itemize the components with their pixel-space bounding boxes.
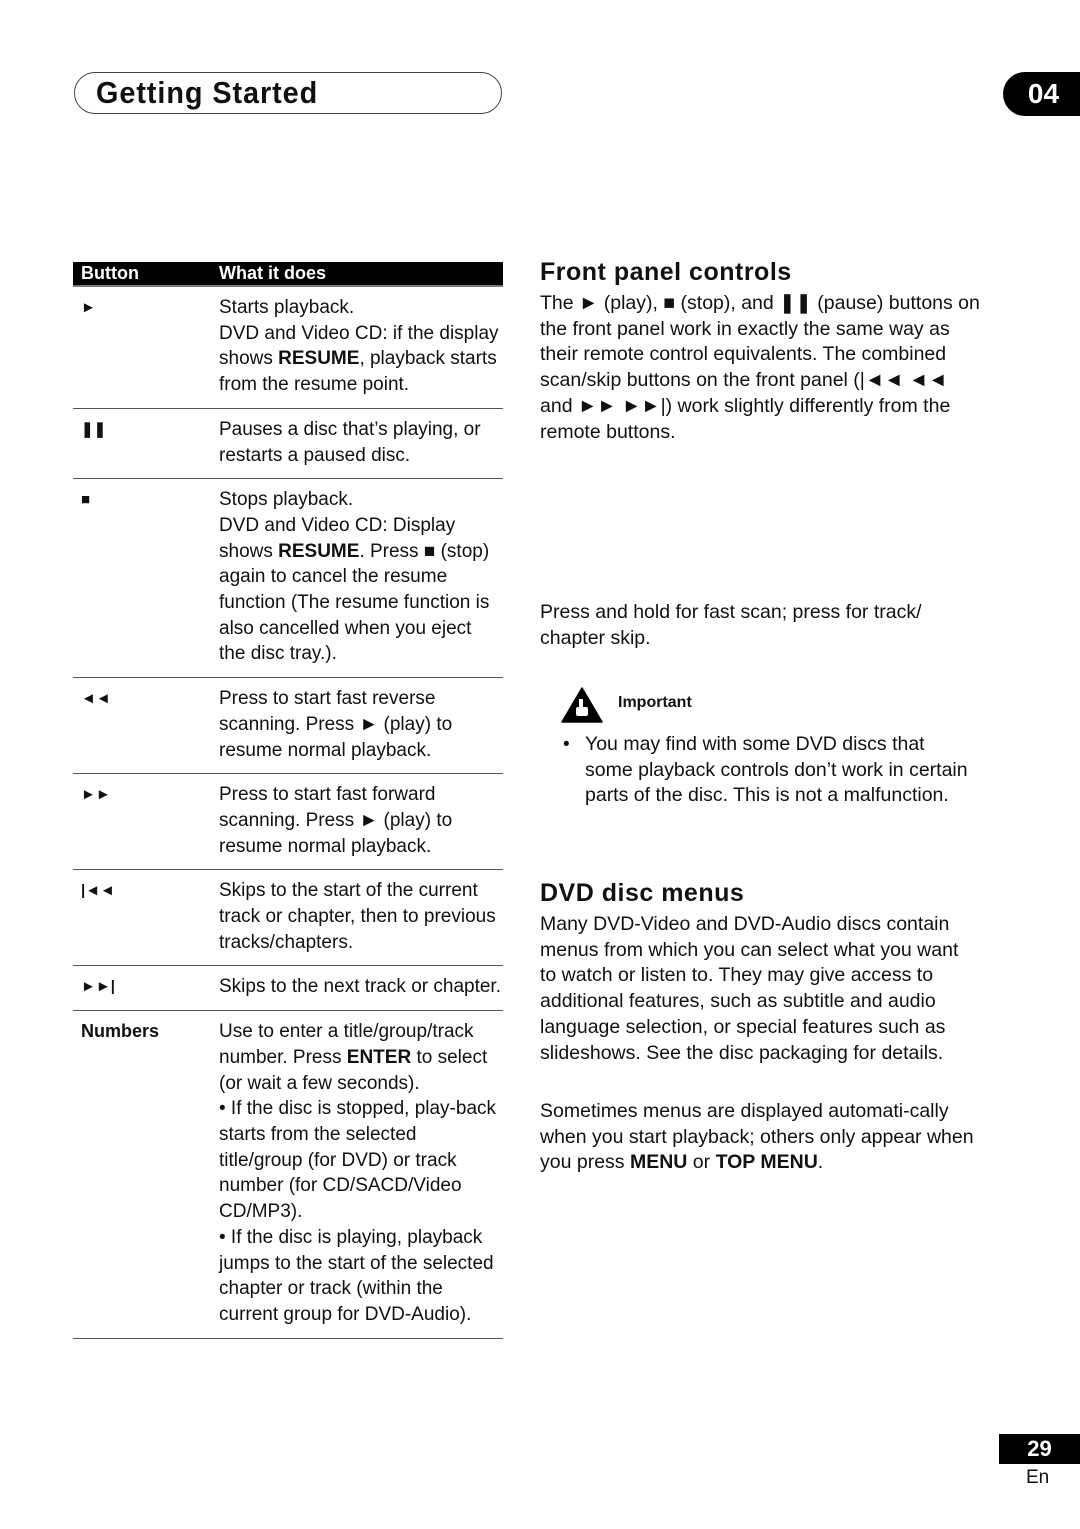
dvd-menus-paragraph-1: Many DVD-Video and DVD-Audio discs conta… (540, 913, 959, 1064)
skip-previous-icon: |◄◄ (81, 882, 115, 900)
description-text: Skips to the start of the current track … (219, 880, 496, 953)
table-row: ►► Press to start fast forward scanning. … (73, 774, 503, 871)
table-row: ► Starts playback. DVD and Video CD: if t… (73, 287, 503, 409)
table-row: ■ Stops playback. DVD and Video CD: Displ… (73, 479, 503, 679)
column-header-button: Button (81, 263, 139, 283)
table-row: ❚❚ Pauses a disc that’s playing, or resta… (73, 409, 503, 480)
front-panel-scan-note: Press and hold for fast scan; press for … (540, 601, 922, 649)
pause-icon: ❚❚ (81, 420, 107, 438)
front-panel-controls-heading: Front panel controls (540, 258, 792, 286)
warning-hand-icon (561, 687, 603, 723)
dvd-menus-paragraph-2: Sometimes menus are displayed automati-c… (540, 1099, 980, 1176)
column-header-what-it-does: What it does (219, 263, 326, 283)
bullet-dot: • (563, 734, 570, 755)
display-keyword: ENTER (346, 1046, 412, 1068)
front-panel-controls-body: The ► (play), ■ (stop), and ❚❚ (pause) b… (540, 292, 980, 443)
description-text: Pauses a disc that’s playing, or restart… (219, 418, 481, 466)
description-text: Press to start fast reverse scanning. Pr… (219, 688, 453, 761)
play-icon: ► (81, 299, 96, 316)
important-bullet-text: You may find with some DVD discs that so… (585, 733, 968, 807)
description-text-after: to select (or wait a few seconds). • If … (219, 1046, 497, 1325)
button-function-table: Button What it does ► Starts playback. DV… (73, 262, 503, 1339)
para2-text-end: . (817, 1151, 824, 1174)
button-description: Use to enter a title/group/track number.… (219, 1019, 503, 1327)
description-text: Skips to the next track or chapter. (219, 976, 501, 998)
section-title: Getting Started (96, 75, 319, 110)
button-description: Stops playback. DVD and Video CD: Displa… (219, 487, 503, 667)
table-header: Button What it does (73, 262, 503, 287)
stop-icon: ■ (81, 491, 91, 509)
description-text: Press to start fast forward scanning. Pr… (219, 784, 453, 857)
button-description: Press to start fast forward scanning. Pr… (219, 782, 503, 859)
para2-text-mid: or (687, 1151, 716, 1174)
chapter-number-tab: 04 (1003, 72, 1080, 116)
display-keyword: RESUME (278, 540, 360, 562)
button-description: Skips to the start of the current track … (219, 878, 503, 955)
table-row: Numbers Use to enter a title/group/track … (73, 1011, 503, 1339)
button-description: Starts playback. DVD and Video CD: if th… (219, 295, 503, 398)
important-label: Important (618, 694, 692, 711)
button-label: Numbers (81, 1021, 160, 1042)
table-row: ►►| Skips to the next track or chapter. (73, 966, 503, 1012)
skip-next-icon: ►►| (81, 978, 115, 996)
dvd-disc-menus-heading: DVD disc menus (540, 879, 745, 907)
button-description: Skips to the next track or chapter. (219, 974, 503, 1000)
button-description: Pauses a disc that’s playing, or restart… (219, 417, 503, 468)
top-menu-key-label: TOP MENU (715, 1151, 818, 1174)
display-keyword: RESUME (278, 348, 360, 370)
important-bullet: • You may find with some DVD discs that … (563, 732, 973, 809)
language-code: En (1026, 1467, 1050, 1488)
button-description: Press to start fast reverse scanning. Pr… (219, 686, 503, 763)
fast-forward-icon: ►► (81, 786, 111, 804)
table-row: ◄◄ Press to start fast reverse scanning. … (73, 678, 503, 775)
page-number: 29 (999, 1434, 1080, 1464)
rewind-icon: ◄◄ (81, 690, 111, 708)
table-row: |◄◄ Skips to the start of the current tra… (73, 870, 503, 967)
menu-key-label: MENU (629, 1151, 688, 1174)
